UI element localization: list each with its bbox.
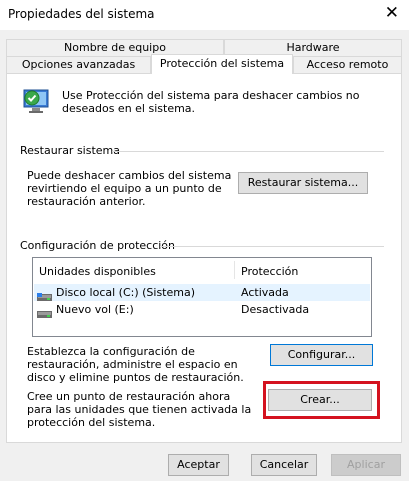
table-row[interactable]: Nuevo vol (E:) Desactivada [34, 301, 370, 318]
column-header-drives[interactable]: Unidades disponibles [39, 265, 156, 278]
window-title: Propiedades del sistema [8, 7, 155, 21]
apply-button[interactable]: Aplicar [331, 454, 401, 476]
configure-description: Establezca la configuración de restaurac… [27, 345, 244, 384]
drive-protection-status: Desactivada [241, 303, 310, 316]
protection-group-label: Configuración de protección [20, 239, 176, 252]
ok-button[interactable]: Aceptar [168, 454, 229, 476]
table-row[interactable]: Disco local (C:) (Sistema) Activada [34, 284, 370, 301]
tab-acceso-remoto[interactable]: Acceso remoto [293, 56, 402, 73]
system-protection-icon [20, 84, 54, 118]
cancel-button[interactable]: Cancelar [251, 454, 317, 476]
intro-text: Use Protección del sistema para deshacer… [62, 89, 360, 115]
system-drive-icon [37, 289, 52, 301]
drive-icon [37, 306, 52, 318]
create-button[interactable]: Crear... [268, 389, 372, 411]
protection-group-line [160, 246, 384, 247]
restore-group-label: Restaurar sistema [20, 144, 121, 157]
tab-opciones-avanzadas[interactable]: Opciones avanzadas [6, 56, 151, 73]
drive-name: Disco local (C:) (Sistema) [56, 286, 196, 299]
configure-button[interactable]: Configurar... [270, 344, 373, 366]
drive-name: Nuevo vol (E:) [56, 303, 134, 316]
restore-system-button[interactable]: Restaurar sistema... [238, 172, 368, 194]
title-bar: Propiedades del sistema ✕ [0, 0, 409, 30]
restore-group-line [112, 151, 384, 152]
drives-list[interactable]: Unidades disponibles Protección Disco lo… [32, 257, 372, 337]
column-header-protection[interactable]: Protección [241, 265, 298, 278]
drive-protection-status: Activada [241, 286, 289, 299]
restore-description: Puede deshacer cambios del sistema revir… [27, 169, 232, 208]
close-icon[interactable]: ✕ [385, 3, 399, 23]
tab-proteccion-del-sistema[interactable]: Protección del sistema [151, 54, 293, 74]
column-separator[interactable] [234, 261, 235, 279]
create-description: Cree un punto de restauración ahora para… [27, 390, 252, 429]
